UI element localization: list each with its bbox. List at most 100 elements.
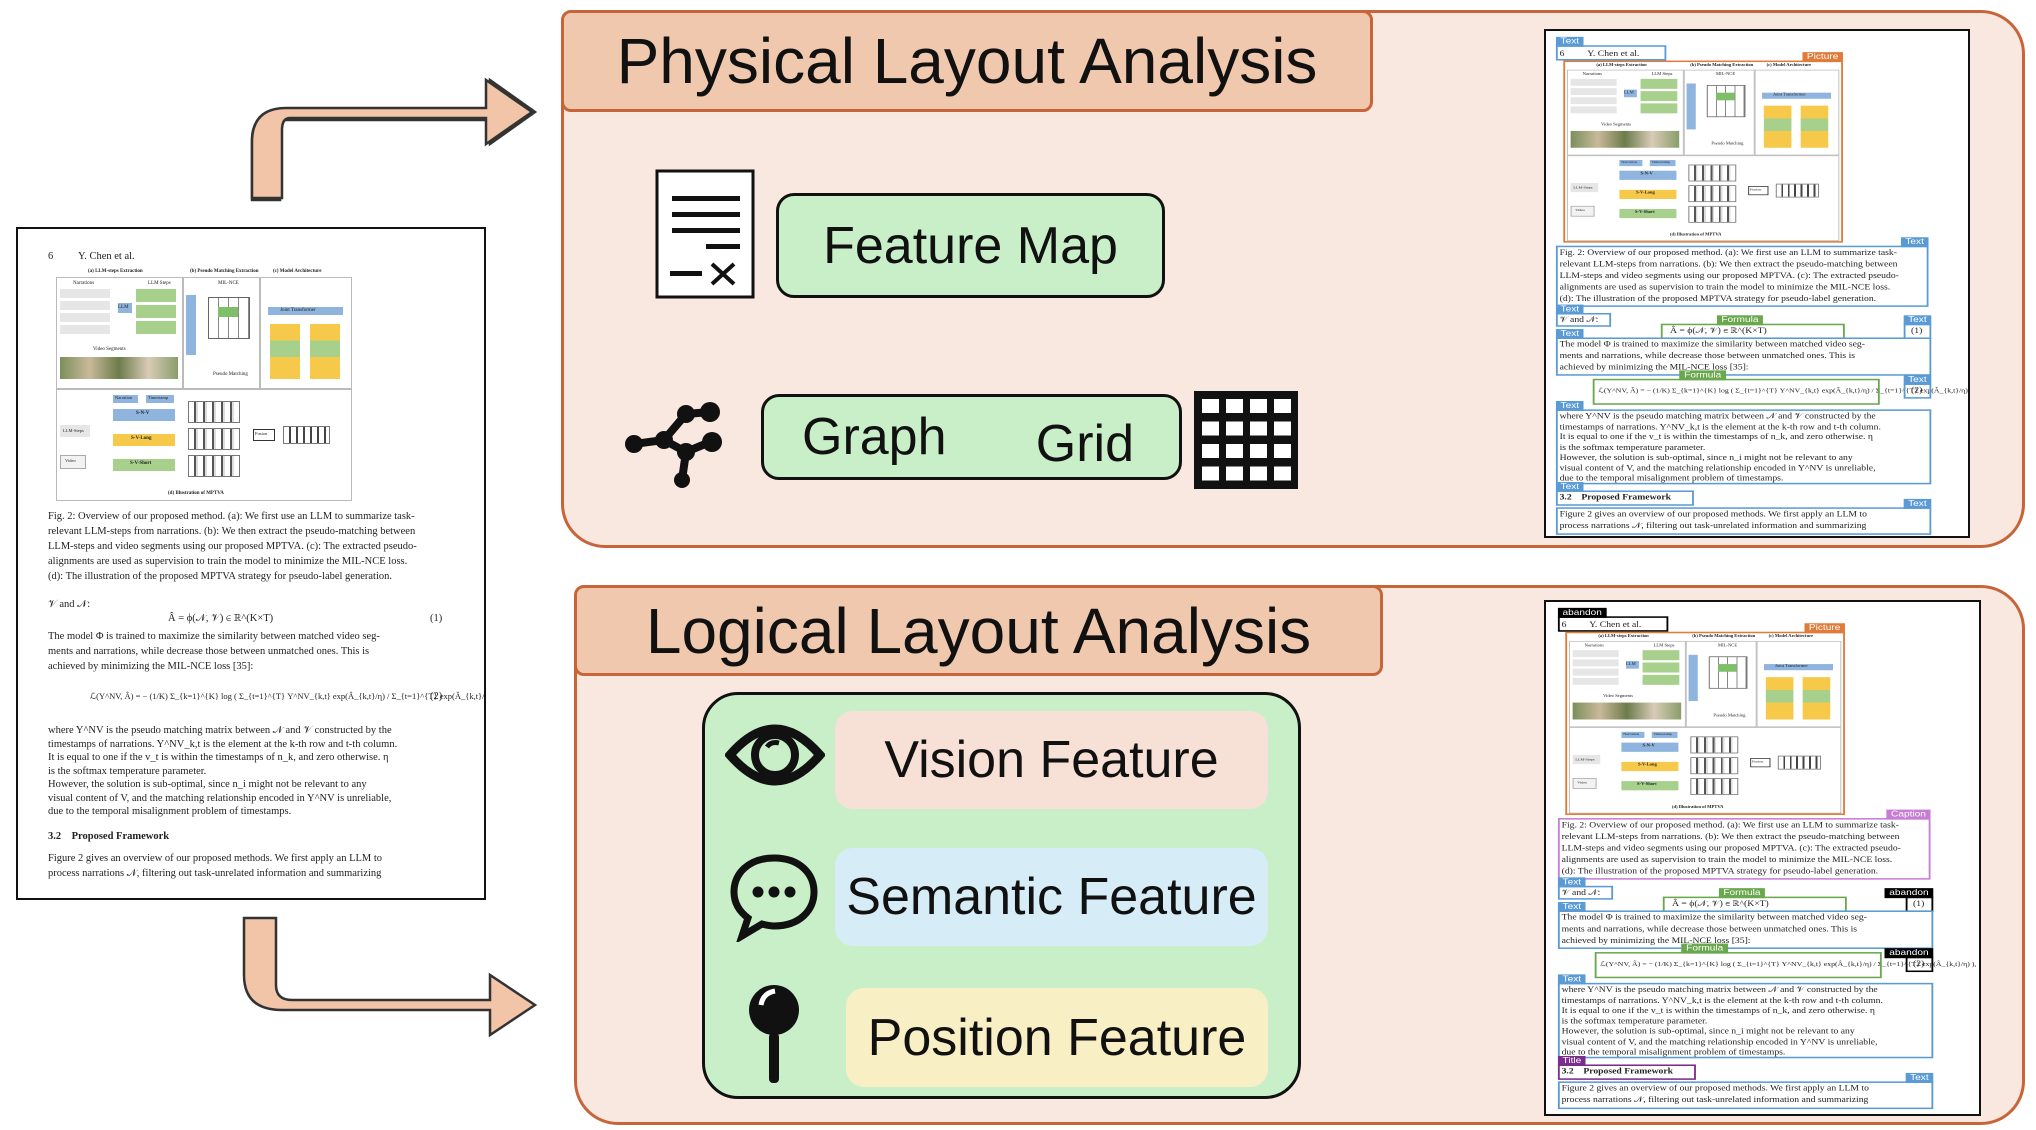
paragraph-line: visual content of V, and the matching re… — [48, 792, 392, 804]
region-text-box: Text — [1555, 36, 1667, 61]
region-label: Picture — [1802, 52, 1843, 63]
graph-grid-box: Graph Grid — [761, 394, 1182, 480]
region-picture-box: Picture — [1565, 623, 1845, 815]
logical-layout-title: Logical Layout Analysis — [574, 585, 1383, 676]
feature-map-box: Feature Map — [776, 193, 1165, 298]
paragraph-line: is the softmax temperature parameter. — [48, 765, 207, 777]
v-and-n: 𝒱 and 𝒩: — [48, 599, 91, 610]
region-label: Formula — [1718, 888, 1766, 899]
equation-2: ℒ(Y^NV, Â) = − (1/K) Σ_{k=1}^{K} log ( Σ… — [90, 691, 486, 701]
page-content: 6 Y. Chen et al. (a) LLM-steps Extraction(… — [1546, 604, 1976, 1114]
fig-llm-steps: LLM Steps — [148, 281, 171, 286]
grid-cell — [1226, 466, 1243, 481]
region-caption-box: Caption — [1557, 809, 1931, 880]
fig-joint: Joint Transformer — [280, 308, 316, 313]
region-label: Text — [1555, 482, 1584, 492]
grid-cell — [1274, 421, 1291, 436]
semantic-feature-label: Semantic Feature — [846, 868, 1257, 926]
fig-matrix-small — [188, 455, 240, 477]
fig-sub-d: (d) Illustration of MPTVA — [168, 491, 224, 496]
fig-matrix-cell — [218, 307, 238, 317]
equation-2-number: (2) — [430, 691, 443, 702]
fig-video-strip — [60, 357, 178, 379]
paragraph-line: The model Φ is trained to maximize the s… — [48, 631, 380, 642]
region-text-box: Text — [1555, 498, 1932, 535]
grid-icon — [1194, 391, 1298, 489]
region-text-box: Text — [1557, 877, 1614, 900]
region-text-box: Text — [1557, 1072, 1934, 1110]
semantic-feature-box: Semantic Feature — [835, 848, 1268, 946]
grid-cell — [1226, 444, 1243, 458]
caption-line: relevant LLM-steps from narrations. (b):… — [48, 526, 416, 537]
region-text-box: Text — [1555, 237, 1929, 307]
fig-pseudo-matching: Pseudo Matching — [213, 372, 248, 377]
caption-line: alignments are used as supervision to tr… — [48, 556, 408, 567]
section-heading: 3.2 Proposed Framework — [48, 831, 170, 842]
region-label: Text — [1557, 974, 1586, 985]
region-label: Text — [1555, 400, 1584, 411]
grid-cell — [1226, 421, 1243, 436]
fig-narrations: Narrations — [73, 281, 95, 286]
fig-step-box — [136, 305, 176, 318]
grid-cell — [1274, 444, 1291, 458]
fig-matrix — [208, 297, 250, 339]
equation-1-number: (1) — [430, 613, 443, 624]
figure-sub-b: (b) Pseudo Matching Extraction — [190, 269, 259, 274]
fig-encoder-box — [270, 324, 300, 379]
region-text-box: Text — [1557, 974, 1934, 1059]
region-formula-box: Formula — [1594, 943, 1882, 979]
equation-1: Â = ϕ(𝒩, 𝒱) ∈ ℝ^(K×T) — [168, 613, 274, 624]
region-label: Picture — [1804, 623, 1845, 634]
fig-matrix-out — [283, 426, 330, 444]
fig-narration-box — [60, 325, 110, 334]
logical-result-page: 6 Y. Chen et al. (a) LLM-steps Extraction(… — [1544, 600, 1981, 1116]
fig-fusion: Fusion — [255, 431, 268, 436]
region-label: Text — [1903, 374, 1932, 385]
region-text-box: Text — [1555, 329, 1932, 376]
fig-step-box — [136, 321, 176, 334]
paragraph-line: due to the temporal misalignment problem… — [48, 806, 292, 817]
paragraph-line: Figure 2 gives an overview of our propos… — [48, 853, 383, 864]
region-label: Text — [1555, 304, 1584, 315]
region-formula-box: Formula — [1592, 370, 1880, 405]
diagram: 6 Y. Chen et al. (a) LLM-steps Extraction (… — [0, 0, 2036, 1130]
fig-milnce: MIL-NCE — [218, 281, 239, 286]
region-label: Text — [1555, 36, 1584, 47]
grid-cell — [1250, 421, 1267, 436]
fig-narration: Narration — [115, 395, 133, 400]
fig-step-box — [136, 289, 176, 302]
region-label: Title — [1557, 1055, 1586, 1066]
region-text-box: Text — [1555, 482, 1694, 506]
grid-cell — [1250, 399, 1267, 413]
speech-bubble-icon — [730, 854, 818, 942]
caption-line: Fig. 2: Overview of our proposed method.… — [48, 511, 415, 522]
paragraph-line: where Y^NV is the pseudo matching matrix… — [48, 725, 392, 736]
grid-cell — [1202, 421, 1219, 436]
region-label: abandon — [1557, 607, 1607, 618]
caption-line: (d): The illustration of the proposed MP… — [48, 571, 392, 582]
region-label: Text — [1557, 901, 1586, 912]
region-label: Text — [1557, 877, 1586, 888]
region-label: Text — [1555, 329, 1584, 339]
page-number: 6 — [48, 251, 54, 262]
fig-encoder-box — [310, 324, 340, 379]
graph-icon — [625, 402, 722, 488]
paragraph-line: However, the solution is sub-optimal, si… — [48, 779, 367, 790]
region-label: Text — [1903, 498, 1932, 509]
grid-cell — [1202, 466, 1219, 481]
fig-video-segments: Video Segments — [93, 347, 126, 352]
paragraph-line: achieved by minimizing the MIL-NCE loss … — [48, 661, 254, 672]
region-label: Formula — [1681, 943, 1728, 954]
region-label: abandon — [1884, 888, 1934, 899]
paragraph-line: ments and narrations, while decrease tho… — [48, 646, 370, 657]
fig-llmsteps: LLM-Steps — [63, 428, 84, 433]
region-picture-box: Picture — [1563, 52, 1843, 243]
fig-narration-box — [60, 313, 110, 322]
fig-snv: S-N-V — [136, 411, 150, 416]
fig-video: Video — [65, 458, 76, 463]
region-label: Text — [1900, 237, 1929, 248]
vision-feature-box: Vision Feature — [835, 711, 1268, 809]
region-label: abandon — [1884, 948, 1934, 959]
region-text-box: Text — [1555, 304, 1612, 327]
position-feature-box: Position Feature — [846, 988, 1268, 1087]
